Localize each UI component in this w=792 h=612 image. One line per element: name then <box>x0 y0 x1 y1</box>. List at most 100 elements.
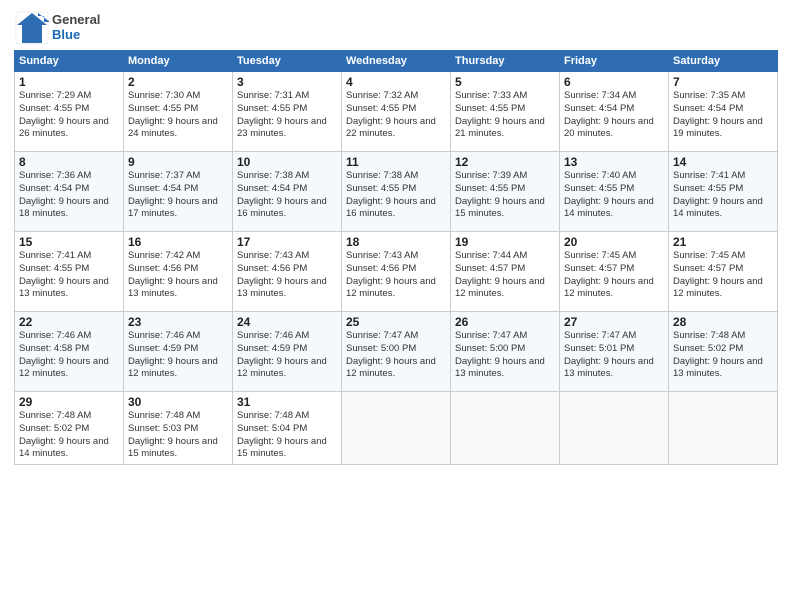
calendar-cell: 8 Sunrise: 7:36 AM Sunset: 4:54 PM Dayli… <box>15 152 124 232</box>
calendar-cell: 6 Sunrise: 7:34 AM Sunset: 4:54 PM Dayli… <box>560 72 669 152</box>
day-number: 25 <box>346 315 446 329</box>
calendar-cell: 7 Sunrise: 7:35 AM Sunset: 4:54 PM Dayli… <box>669 72 778 152</box>
calendar-cell: 18 Sunrise: 7:43 AM Sunset: 4:56 PM Dayl… <box>342 232 451 312</box>
calendar-cell: 26 Sunrise: 7:47 AM Sunset: 5:00 PM Dayl… <box>451 312 560 392</box>
day-number: 9 <box>128 155 228 169</box>
day-info: Sunrise: 7:35 AM Sunset: 4:54 PM Dayligh… <box>673 90 773 141</box>
calendar-cell: 14 Sunrise: 7:41 AM Sunset: 4:55 PM Dayl… <box>669 152 778 232</box>
calendar-cell: 10 Sunrise: 7:38 AM Sunset: 4:54 PM Dayl… <box>233 152 342 232</box>
calendar-header-thursday: Thursday <box>451 51 560 72</box>
day-number: 3 <box>237 75 337 89</box>
calendar-header-wednesday: Wednesday <box>342 51 451 72</box>
calendar-week-5: 29 Sunrise: 7:48 AM Sunset: 5:02 PM Dayl… <box>15 392 778 465</box>
day-number: 30 <box>128 395 228 409</box>
calendar-cell <box>669 392 778 465</box>
header: General Blue <box>14 10 778 46</box>
day-number: 18 <box>346 235 446 249</box>
calendar-header-sunday: Sunday <box>15 51 124 72</box>
day-info: Sunrise: 7:29 AM Sunset: 4:55 PM Dayligh… <box>19 90 119 141</box>
day-number: 6 <box>564 75 664 89</box>
calendar-cell: 25 Sunrise: 7:47 AM Sunset: 5:00 PM Dayl… <box>342 312 451 392</box>
calendar-cell: 22 Sunrise: 7:46 AM Sunset: 4:58 PM Dayl… <box>15 312 124 392</box>
calendar-week-3: 15 Sunrise: 7:41 AM Sunset: 4:55 PM Dayl… <box>15 232 778 312</box>
day-number: 13 <box>564 155 664 169</box>
day-info: Sunrise: 7:46 AM Sunset: 4:58 PM Dayligh… <box>19 330 119 381</box>
day-info: Sunrise: 7:48 AM Sunset: 5:03 PM Dayligh… <box>128 410 228 461</box>
day-number: 1 <box>19 75 119 89</box>
day-info: Sunrise: 7:38 AM Sunset: 4:55 PM Dayligh… <box>346 170 446 221</box>
logo-general-text: General <box>52 13 100 28</box>
calendar-cell: 9 Sunrise: 7:37 AM Sunset: 4:54 PM Dayli… <box>124 152 233 232</box>
day-number: 28 <box>673 315 773 329</box>
calendar-cell: 23 Sunrise: 7:46 AM Sunset: 4:59 PM Dayl… <box>124 312 233 392</box>
calendar-cell: 21 Sunrise: 7:45 AM Sunset: 4:57 PM Dayl… <box>669 232 778 312</box>
day-info: Sunrise: 7:39 AM Sunset: 4:55 PM Dayligh… <box>455 170 555 221</box>
calendar-cell: 5 Sunrise: 7:33 AM Sunset: 4:55 PM Dayli… <box>451 72 560 152</box>
day-info: Sunrise: 7:44 AM Sunset: 4:57 PM Dayligh… <box>455 250 555 301</box>
calendar-cell: 17 Sunrise: 7:43 AM Sunset: 4:56 PM Dayl… <box>233 232 342 312</box>
logo: General Blue <box>14 10 100 46</box>
calendar-cell: 30 Sunrise: 7:48 AM Sunset: 5:03 PM Dayl… <box>124 392 233 465</box>
calendar-header-monday: Monday <box>124 51 233 72</box>
day-info: Sunrise: 7:40 AM Sunset: 4:55 PM Dayligh… <box>564 170 664 221</box>
calendar-week-4: 22 Sunrise: 7:46 AM Sunset: 4:58 PM Dayl… <box>15 312 778 392</box>
day-number: 7 <box>673 75 773 89</box>
calendar-cell: 13 Sunrise: 7:40 AM Sunset: 4:55 PM Dayl… <box>560 152 669 232</box>
day-number: 2 <box>128 75 228 89</box>
day-info: Sunrise: 7:43 AM Sunset: 4:56 PM Dayligh… <box>346 250 446 301</box>
day-number: 10 <box>237 155 337 169</box>
day-number: 23 <box>128 315 228 329</box>
calendar-cell: 19 Sunrise: 7:44 AM Sunset: 4:57 PM Dayl… <box>451 232 560 312</box>
calendar-cell <box>560 392 669 465</box>
day-number: 24 <box>237 315 337 329</box>
calendar-cell <box>342 392 451 465</box>
day-number: 29 <box>19 395 119 409</box>
calendar-week-1: 1 Sunrise: 7:29 AM Sunset: 4:55 PM Dayli… <box>15 72 778 152</box>
calendar-cell: 15 Sunrise: 7:41 AM Sunset: 4:55 PM Dayl… <box>15 232 124 312</box>
day-number: 15 <box>19 235 119 249</box>
calendar-cell: 2 Sunrise: 7:30 AM Sunset: 4:55 PM Dayli… <box>124 72 233 152</box>
day-number: 20 <box>564 235 664 249</box>
logo-inner: General Blue <box>14 10 100 46</box>
calendar-header-saturday: Saturday <box>669 51 778 72</box>
day-info: Sunrise: 7:48 AM Sunset: 5:04 PM Dayligh… <box>237 410 337 461</box>
calendar-header-friday: Friday <box>560 51 669 72</box>
day-number: 8 <box>19 155 119 169</box>
logo-blue-text: Blue <box>52 28 100 43</box>
calendar-cell: 3 Sunrise: 7:31 AM Sunset: 4:55 PM Dayli… <box>233 72 342 152</box>
day-info: Sunrise: 7:41 AM Sunset: 4:55 PM Dayligh… <box>19 250 119 301</box>
day-number: 21 <box>673 235 773 249</box>
day-info: Sunrise: 7:31 AM Sunset: 4:55 PM Dayligh… <box>237 90 337 141</box>
calendar-cell: 31 Sunrise: 7:48 AM Sunset: 5:04 PM Dayl… <box>233 392 342 465</box>
day-info: Sunrise: 7:42 AM Sunset: 4:56 PM Dayligh… <box>128 250 228 301</box>
calendar-cell: 16 Sunrise: 7:42 AM Sunset: 4:56 PM Dayl… <box>124 232 233 312</box>
calendar-table: SundayMondayTuesdayWednesdayThursdayFrid… <box>14 50 778 465</box>
day-info: Sunrise: 7:45 AM Sunset: 4:57 PM Dayligh… <box>673 250 773 301</box>
day-info: Sunrise: 7:48 AM Sunset: 5:02 PM Dayligh… <box>19 410 119 461</box>
day-number: 19 <box>455 235 555 249</box>
day-info: Sunrise: 7:38 AM Sunset: 4:54 PM Dayligh… <box>237 170 337 221</box>
calendar-cell: 20 Sunrise: 7:45 AM Sunset: 4:57 PM Dayl… <box>560 232 669 312</box>
day-info: Sunrise: 7:48 AM Sunset: 5:02 PM Dayligh… <box>673 330 773 381</box>
day-info: Sunrise: 7:45 AM Sunset: 4:57 PM Dayligh… <box>564 250 664 301</box>
day-number: 31 <box>237 395 337 409</box>
calendar-cell: 24 Sunrise: 7:46 AM Sunset: 4:59 PM Dayl… <box>233 312 342 392</box>
day-number: 11 <box>346 155 446 169</box>
calendar-cell: 4 Sunrise: 7:32 AM Sunset: 4:55 PM Dayli… <box>342 72 451 152</box>
day-info: Sunrise: 7:46 AM Sunset: 4:59 PM Dayligh… <box>237 330 337 381</box>
day-number: 26 <box>455 315 555 329</box>
day-number: 14 <box>673 155 773 169</box>
calendar-cell: 12 Sunrise: 7:39 AM Sunset: 4:55 PM Dayl… <box>451 152 560 232</box>
logo-text-block: General Blue <box>52 13 100 43</box>
calendar-cell: 11 Sunrise: 7:38 AM Sunset: 4:55 PM Dayl… <box>342 152 451 232</box>
calendar-header-tuesday: Tuesday <box>233 51 342 72</box>
day-number: 5 <box>455 75 555 89</box>
day-info: Sunrise: 7:47 AM Sunset: 5:00 PM Dayligh… <box>455 330 555 381</box>
day-number: 27 <box>564 315 664 329</box>
day-info: Sunrise: 7:47 AM Sunset: 5:01 PM Dayligh… <box>564 330 664 381</box>
calendar-cell: 29 Sunrise: 7:48 AM Sunset: 5:02 PM Dayl… <box>15 392 124 465</box>
day-number: 12 <box>455 155 555 169</box>
day-info: Sunrise: 7:36 AM Sunset: 4:54 PM Dayligh… <box>19 170 119 221</box>
day-info: Sunrise: 7:43 AM Sunset: 4:56 PM Dayligh… <box>237 250 337 301</box>
logo-svg <box>14 10 50 46</box>
